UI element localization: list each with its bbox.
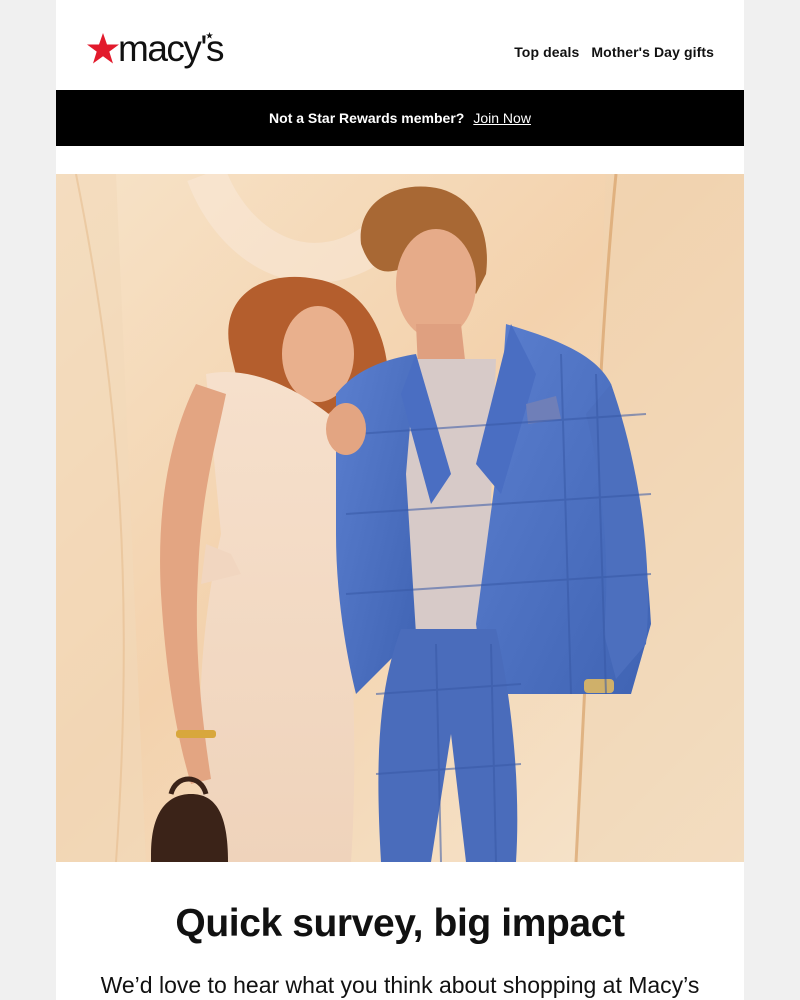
top-nav: Top deals Mother's Day gifts xyxy=(514,44,714,60)
promo-text: Not a Star Rewards member? xyxy=(269,110,465,126)
nav-top-deals[interactable]: Top deals xyxy=(514,44,579,60)
photo-couple-icon xyxy=(56,174,744,862)
email-container: macy's Top deals Mother's Day gifts Not … xyxy=(56,0,744,1000)
subheadline: We’d love to hear what you think about s… xyxy=(100,972,700,998)
mini-star-icon xyxy=(206,32,213,39)
star-rewards-banner: Not a Star Rewards member? Join Now xyxy=(56,90,744,146)
hero-image[interactable] xyxy=(56,174,744,862)
star-icon xyxy=(87,33,119,64)
email-header: macy's Top deals Mother's Day gifts xyxy=(56,0,744,90)
macys-logo[interactable]: macy's xyxy=(86,30,224,74)
join-now-link[interactable]: Join Now xyxy=(473,110,531,126)
headline: Quick survey, big impact xyxy=(175,902,625,945)
nav-mothers-day-gifts[interactable]: Mother's Day gifts xyxy=(591,44,714,60)
